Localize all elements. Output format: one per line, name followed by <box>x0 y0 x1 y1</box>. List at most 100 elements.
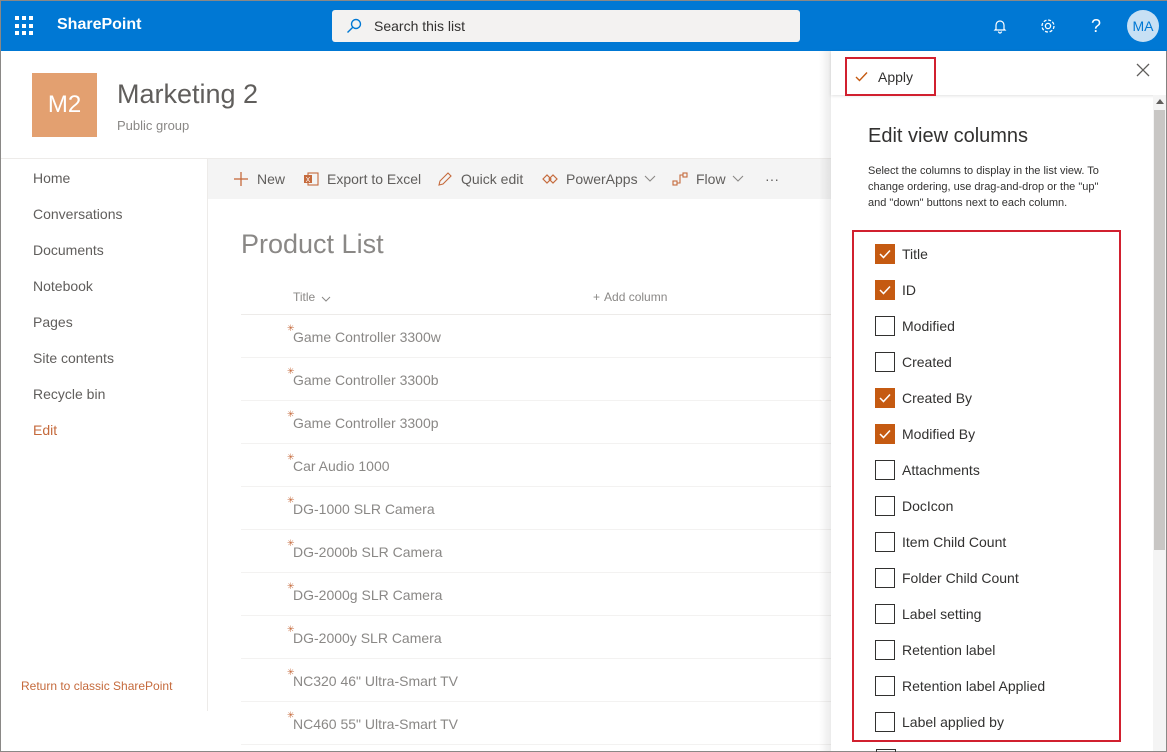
settings-gear-icon[interactable] <box>1035 13 1061 39</box>
checkbox[interactable] <box>875 640 895 660</box>
new-button[interactable]: New <box>233 159 285 199</box>
checkbox[interactable] <box>875 712 895 732</box>
scroll-up-arrow-icon[interactable] <box>1156 99 1164 104</box>
panel-scrollbar[interactable] <box>1153 95 1166 751</box>
close-icon[interactable] <box>1136 63 1152 79</box>
checkbox[interactable] <box>875 388 895 408</box>
nav-item-home[interactable]: Home <box>33 170 70 186</box>
chevron-down-icon <box>732 175 744 183</box>
site-logo[interactable]: M2 <box>32 73 97 137</box>
column-option-docicon[interactable]: DocIcon <box>875 496 953 516</box>
column-header-title-label: Title <box>293 290 316 304</box>
list-row[interactable]: ✳ NC320 46" Ultra-Smart TV <box>241 659 831 702</box>
new-button-label: New <box>257 171 286 187</box>
help-icon[interactable]: ? <box>1083 13 1109 39</box>
chevron-down-icon <box>644 175 656 183</box>
apply-button[interactable]: Apply <box>845 57 936 96</box>
column-option-folder-child-count[interactable]: Folder Child Count <box>875 568 1019 588</box>
checkbox[interactable] <box>875 244 895 264</box>
nav-edit-link[interactable]: Edit <box>33 422 57 438</box>
column-option-retention-label-applied[interactable]: Retention label Applied <box>875 676 1045 696</box>
checkbox[interactable] <box>875 568 895 588</box>
list-title: Product List <box>241 229 384 259</box>
nav-item-documents[interactable]: Documents <box>33 242 104 258</box>
checkmark-icon <box>855 71 868 82</box>
user-avatar[interactable]: MA <box>1127 10 1159 42</box>
search-icon <box>347 18 362 33</box>
sharepoint-brand-link[interactable]: SharePoint <box>57 16 141 34</box>
checkbox[interactable] <box>875 676 895 696</box>
row-title[interactable]: NC460 55" Ultra-Smart TV <box>293 716 458 732</box>
column-option-label-applied-by[interactable]: Label applied by <box>875 712 1004 732</box>
list-row[interactable]: ✳ DG-2000y SLR Camera <box>241 616 831 659</box>
column-option-label: ID <box>902 282 916 298</box>
more-options-button[interactable]: ··· <box>765 159 779 199</box>
list-row[interactable]: ✳ DG-2000g SLR Camera <box>241 573 831 616</box>
list-row[interactable]: ✳ Game Controller 3300w <box>241 315 831 358</box>
column-option-id[interactable]: ID <box>875 280 916 300</box>
pencil-icon <box>437 171 453 187</box>
row-title[interactable]: Game Controller 3300b <box>293 372 439 388</box>
nav-item-pages[interactable]: Pages <box>33 314 73 330</box>
column-header-title[interactable]: Title <box>293 290 331 305</box>
checkbox[interactable] <box>875 604 895 624</box>
list-row[interactable]: ✳ Car Audio 1000 <box>241 444 831 487</box>
excel-icon: X <box>303 171 319 187</box>
flow-menu[interactable]: Flow <box>672 159 744 199</box>
column-option-attachments[interactable]: Attachments <box>875 460 980 480</box>
powerapps-label: PowerApps <box>566 171 638 187</box>
column-option-item-child-count[interactable]: Item Child Count <box>875 532 1006 552</box>
column-option-created-by[interactable]: Created By <box>875 388 972 408</box>
suite-bar: SharePoint ? MA <box>1 1 1167 51</box>
checkbox[interactable] <box>875 460 895 480</box>
column-option-title[interactable]: Title <box>875 244 928 264</box>
column-option-label: Label applied by <box>902 714 1004 730</box>
site-title[interactable]: Marketing 2 <box>117 79 258 110</box>
row-title[interactable]: DG-2000b SLR Camera <box>293 544 442 560</box>
column-option-modified[interactable]: Modified <box>875 316 955 336</box>
return-to-classic-link[interactable]: Return to classic SharePoint <box>21 679 172 693</box>
checkbox[interactable] <box>875 496 895 516</box>
list-row[interactable]: ✳ NC460 55" Ultra-Smart TV <box>241 702 831 745</box>
search-box[interactable] <box>332 10 800 42</box>
powerapps-icon <box>542 171 558 187</box>
checkbox[interactable] <box>875 316 895 336</box>
powerapps-menu[interactable]: PowerApps <box>542 159 656 199</box>
row-title[interactable]: DG-2000y SLR Camera <box>293 630 442 646</box>
column-option-created[interactable]: Created <box>875 352 952 372</box>
nav-item-notebook[interactable]: Notebook <box>33 278 93 294</box>
list-row[interactable]: ✳ DG-2000b SLR Camera <box>241 530 831 573</box>
column-option-label: Created By <box>902 390 973 406</box>
row-title[interactable]: DG-1000 SLR Camera <box>293 501 435 517</box>
row-title[interactable]: NC320 46" Ultra-Smart TV <box>293 673 458 689</box>
notifications-bell-icon[interactable] <box>987 13 1013 39</box>
nav-item-recycle-bin[interactable]: Recycle bin <box>33 386 105 402</box>
checkbox[interactable] <box>875 280 895 300</box>
checkbox[interactable] <box>875 532 895 552</box>
column-option-modified-by[interactable]: Modified By <box>875 424 975 444</box>
row-title[interactable]: Game Controller 3300p <box>293 415 439 431</box>
export-to-excel-button[interactable]: X Export to Excel <box>303 159 421 199</box>
list-row[interactable]: ✳ DG-1000 SLR Camera <box>241 487 831 530</box>
edit-view-columns-panel: Apply Edit view columns Select the colum… <box>831 51 1166 751</box>
nav-item-conversations[interactable]: Conversations <box>33 206 123 222</box>
column-option-retention-label[interactable]: Retention label <box>875 640 995 660</box>
nav-item-site-contents[interactable]: Site contents <box>33 350 114 366</box>
list-row[interactable]: ✳ Game Controller 3300b <box>241 358 831 401</box>
search-input[interactable] <box>374 10 774 42</box>
row-title[interactable]: DG-2000g SLR Camera <box>293 587 442 603</box>
app-launcher-icon[interactable] <box>15 16 35 36</box>
checkbox[interactable] <box>875 424 895 444</box>
column-option-label: Modified <box>902 318 955 334</box>
column-option-label-setting[interactable]: Label setting <box>875 604 981 624</box>
column-option-label: Attachments <box>902 462 980 478</box>
checkbox[interactable] <box>875 352 895 372</box>
row-title[interactable]: Game Controller 3300w <box>293 329 441 345</box>
list-row[interactable]: ✳ Game Controller 3300p <box>241 401 831 444</box>
column-option-label: Retention label Applied <box>902 678 1046 694</box>
add-column-button[interactable]: + Add column <box>593 290 667 304</box>
scrollbar-thumb[interactable] <box>1154 110 1165 550</box>
quick-edit-button[interactable]: Quick edit <box>437 159 523 199</box>
svg-text:X: X <box>306 177 311 184</box>
row-title[interactable]: Car Audio 1000 <box>293 458 390 474</box>
